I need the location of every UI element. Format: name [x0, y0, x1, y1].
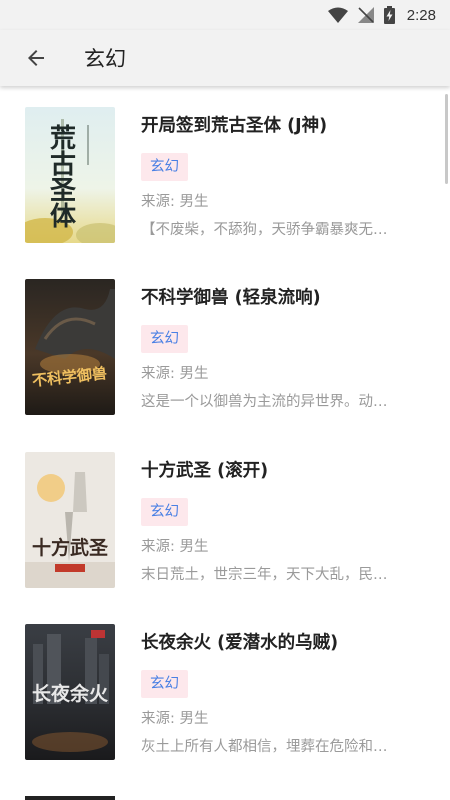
battery-charging-icon [383, 6, 395, 24]
book-list[interactable]: 荒 古 圣 体 开局签到荒古圣体 (J神) 玄幻 来源: 男生 【不废柴，不舔狗… [0, 86, 450, 800]
status-time: 2:28 [406, 6, 436, 24]
book-cover: 荒 古 圣 体 [25, 107, 115, 243]
book-cover: 不科学御兽 [25, 279, 115, 415]
book-source: 来源: 男生 [141, 194, 209, 210]
book-cover: 十方武圣 [25, 452, 115, 588]
book-intro: 【不废柴，不舔狗，天骄争霸暴爽无… [141, 222, 388, 238]
genre-tag: 玄幻 [141, 325, 188, 353]
book-cover: 长夜余火 [25, 624, 115, 760]
arrow-left-icon [28, 50, 44, 66]
book-source: 来源: 男生 [141, 711, 209, 727]
book-list-item[interactable]: 长夜余火 长夜余火 (爱潜水的乌贼) 玄幻 来源: 男生 灰土上所有人都相信，埋… [0, 624, 450, 796]
svg-text:长夜余火: 长夜余火 [32, 682, 109, 705]
book-cover-partial [25, 796, 115, 800]
book-title[interactable]: 长夜余火 (爱潜水的乌贼) [141, 632, 430, 654]
svg-text:十方武圣: 十方武圣 [32, 536, 109, 559]
back-button[interactable] [8, 30, 64, 86]
svg-text:体: 体 [50, 202, 77, 232]
app-bar: 玄幻 [0, 30, 450, 86]
book-title[interactable]: 不科学御兽 (轻泉流响) [141, 287, 430, 309]
genre-tag: 玄幻 [141, 498, 188, 526]
book-source: 来源: 男生 [141, 366, 209, 382]
no-signal-icon [357, 7, 374, 23]
book-list-item[interactable]: 荒 古 圣 体 开局签到荒古圣体 (J神) 玄幻 来源: 男生 【不废柴，不舔狗… [0, 107, 450, 279]
book-intro: 这是一个以御兽为主流的异世界。动… [141, 394, 388, 410]
book-intro: 末日荒土，世宗三年，天下大乱，民… [141, 567, 388, 583]
book-list-item[interactable]: 不科学御兽 不科学御兽 (轻泉流响) 玄幻 来源: 男生 这是一个以御兽为主流的… [0, 279, 450, 451]
page-title: 玄幻 [84, 47, 126, 71]
status-bar: 2:28 [0, 0, 450, 30]
book-source: 来源: 男生 [141, 539, 209, 555]
wifi-icon [327, 7, 348, 23]
book-list-item[interactable]: 十方武圣 十方武圣 (滚开) 玄幻 来源: 男生 末日荒土，世宗三年，天下大乱，… [0, 452, 450, 624]
book-title[interactable]: 开局签到荒古圣体 (J神) [141, 115, 430, 137]
genre-tag: 玄幻 [141, 153, 188, 181]
book-title[interactable]: 十方武圣 (滚开) [141, 460, 430, 482]
genre-tag: 玄幻 [141, 670, 188, 698]
book-intro: 灰土上所有人都相信，埋葬在危险和… [141, 739, 388, 755]
